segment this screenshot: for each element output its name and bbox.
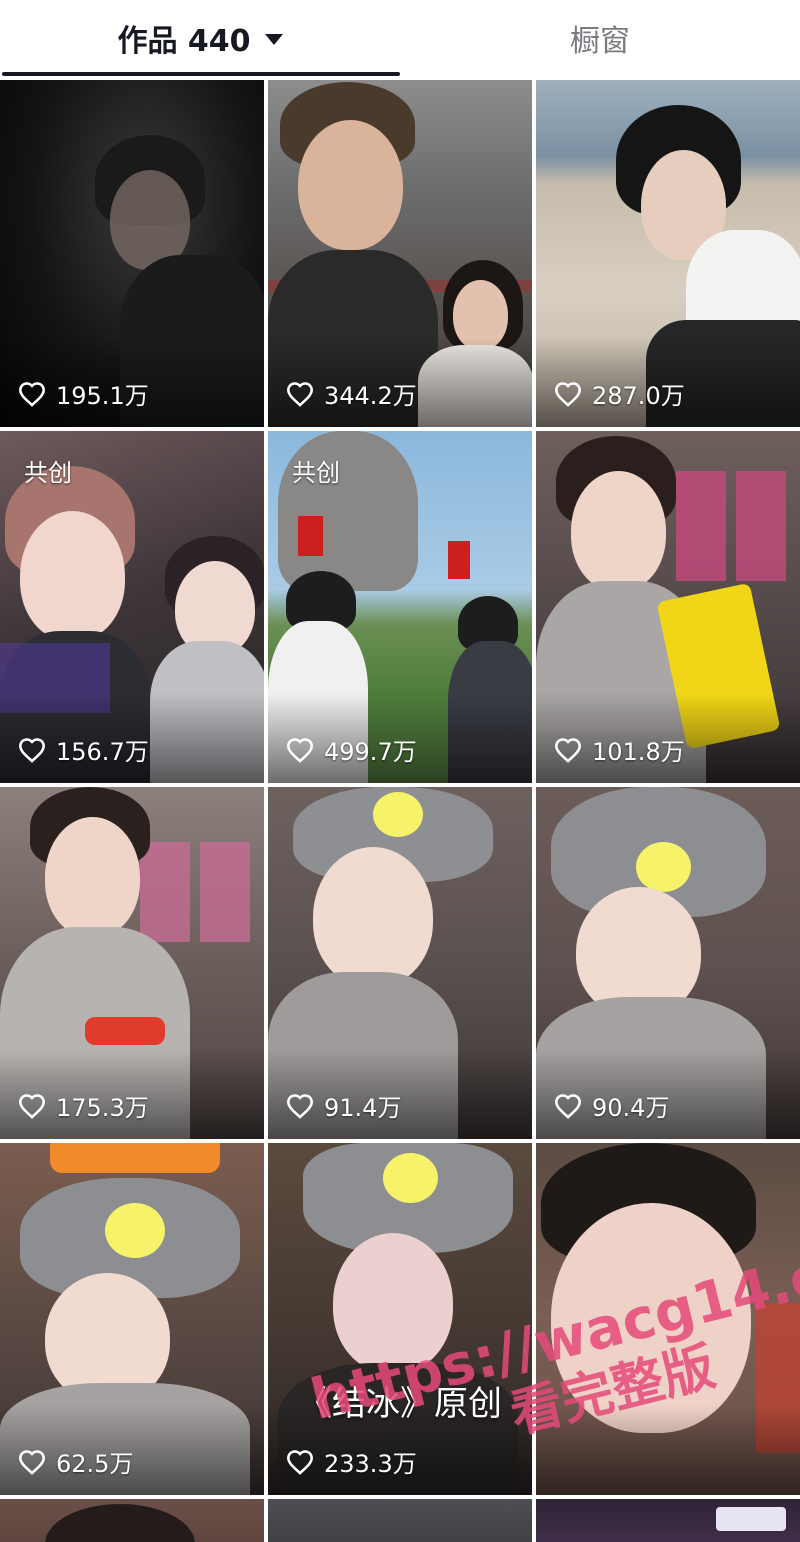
heart-outline-icon: [555, 737, 581, 763]
video-tile-12[interactable]: [536, 1143, 800, 1495]
video-tile-5[interactable]: 共创 499.7万: [268, 431, 532, 783]
heart-outline-icon: [555, 381, 581, 407]
video-tile-14[interactable]: [268, 1499, 532, 1542]
caret-down-icon[interactable]: [264, 33, 283, 45]
video-grid: 195.1万 344.2万 287.0万 共创 156.7万 共创 499.7万…: [0, 80, 800, 1542]
like-count: 344.2万: [286, 376, 417, 411]
like-count: 195.1万: [18, 376, 149, 411]
video-tile-4[interactable]: 共创 156.7万: [0, 431, 264, 783]
video-tile-6[interactable]: 101.8万: [536, 431, 800, 783]
like-count-text: 62.5万: [56, 1450, 134, 1478]
like-count-text: 195.1万: [56, 382, 149, 410]
heart-outline-icon: [555, 1093, 581, 1119]
heart-outline-icon: [19, 1093, 45, 1119]
video-tile-13[interactable]: [0, 1499, 264, 1542]
like-count: 91.4万: [286, 1088, 401, 1123]
active-tab-indicator: [2, 72, 400, 76]
profile-tab-bar: 作品 440 橱窗: [0, 0, 800, 80]
collab-tag: 共创: [24, 459, 72, 487]
like-count: 156.7万: [18, 732, 149, 767]
like-count: 62.5万: [18, 1444, 133, 1479]
like-count-text: 175.3万: [56, 1094, 149, 1122]
video-tile-9[interactable]: 90.4万: [536, 787, 800, 1139]
heart-outline-icon: [287, 1449, 313, 1475]
tab-window-label: 橱窗: [570, 24, 630, 59]
like-count-text: 287.0万: [592, 382, 685, 410]
like-count: 233.3万: [286, 1444, 417, 1479]
like-count-text: 90.4万: [592, 1094, 670, 1122]
like-count: 90.4万: [554, 1088, 669, 1123]
tab-window[interactable]: 橱窗: [400, 0, 800, 76]
heart-outline-icon: [19, 1449, 45, 1475]
heart-outline-icon: [287, 737, 313, 763]
heart-outline-icon: [287, 1093, 313, 1119]
like-count-text: 499.7万: [324, 738, 417, 766]
video-caption: 《结冰》原创: [298, 1384, 502, 1424]
heart-outline-icon: [287, 381, 313, 407]
like-count-text: 233.3万: [324, 1450, 417, 1478]
video-tile-3[interactable]: 287.0万: [536, 80, 800, 427]
like-count: 499.7万: [286, 732, 417, 767]
heart-outline-icon: [19, 381, 45, 407]
tab-works[interactable]: 作品 440: [0, 0, 400, 76]
video-tile-8[interactable]: 91.4万: [268, 787, 532, 1139]
video-tile-11[interactable]: 《结冰》原创 233.3万: [268, 1143, 532, 1495]
like-count-text: 101.8万: [592, 738, 685, 766]
like-count-text: 156.7万: [56, 738, 149, 766]
like-count-text: 344.2万: [324, 382, 417, 410]
video-thumbnail: [268, 1499, 532, 1542]
collab-tag: 共创: [292, 459, 340, 487]
like-count: 101.8万: [554, 732, 685, 767]
video-tile-2[interactable]: 344.2万: [268, 80, 532, 427]
video-tile-1[interactable]: 195.1万: [0, 80, 264, 427]
like-count-text: 91.4万: [324, 1094, 402, 1122]
video-tile-7[interactable]: 175.3万: [0, 787, 264, 1139]
like-count: 287.0万: [554, 376, 685, 411]
video-tile-15[interactable]: [536, 1499, 800, 1542]
heart-outline-icon: [19, 737, 45, 763]
video-tile-10[interactable]: 62.5万: [0, 1143, 264, 1495]
tab-works-label: 作品 440: [117, 24, 251, 59]
like-count: 175.3万: [18, 1088, 149, 1123]
